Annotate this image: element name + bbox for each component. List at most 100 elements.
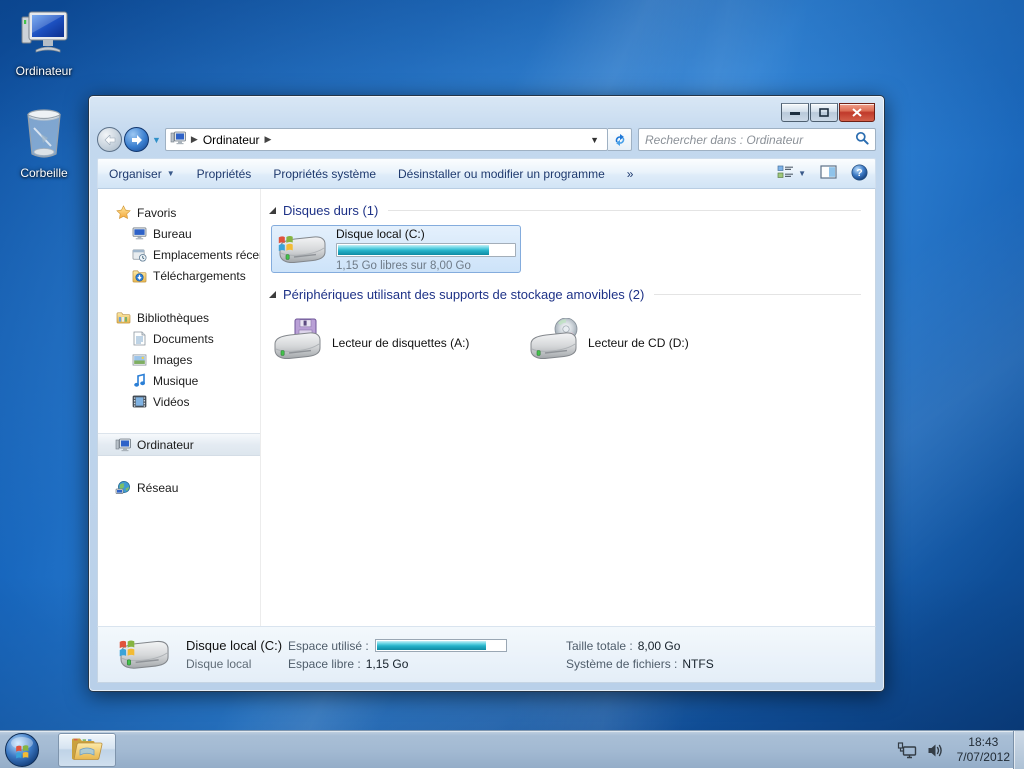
desktop: Ordinateur Corbeille (0, 0, 1024, 768)
sidebar-item-emplacements-recents[interactable]: Emplacements récents (98, 244, 260, 265)
maximize-button[interactable] (810, 103, 838, 122)
drive-capacity-bar (336, 243, 516, 257)
group-header-removable-devices[interactable]: Périphériques utilisant des supports de … (269, 287, 865, 302)
drive-free-space-text: 1,15 Go libres sur 8,00 Go (336, 260, 516, 272)
explorer-window: ▼ ▶ Ordinateur ▶ ▼ (88, 95, 885, 692)
minimize-button[interactable] (781, 103, 809, 122)
taskbar: 18:43 7/07/2012 (0, 730, 1024, 768)
videos-icon (131, 394, 147, 410)
drive-item-c[interactable]: Disque local (C:) 1,15 Go libres sur 8,0… (271, 225, 521, 273)
network-icon (115, 480, 131, 496)
recent-places-icon (131, 247, 147, 263)
file-system-value: NTFS (682, 657, 713, 671)
document-icon (131, 331, 147, 347)
chevron-down-icon: ▼ (167, 169, 175, 178)
sidebar-item-bureau[interactable]: Bureau (98, 223, 260, 244)
network-tray-icon[interactable] (897, 742, 918, 759)
breadcrumb-root[interactable]: Ordinateur (203, 133, 260, 147)
sidebar-item-documents[interactable]: Documents (98, 328, 260, 349)
svg-text:?: ? (856, 167, 862, 179)
recycle-bin-icon (0, 108, 88, 163)
show-desktop-button[interactable] (1013, 731, 1024, 769)
device-item-floppy-a[interactable]: Lecteur de disquettes (A:) (271, 318, 527, 367)
desktop-icon-computer[interactable]: Ordinateur (0, 8, 88, 78)
organize-button[interactable]: Organiser▼ (98, 162, 186, 186)
close-button[interactable] (839, 103, 875, 122)
details-item-type: Disque local (186, 657, 288, 671)
system-properties-button[interactable]: Propriétés système (262, 162, 387, 186)
desktop-icon-label: Corbeille (0, 166, 88, 180)
navigation-pane: Favoris Bureau (98, 189, 260, 626)
sidebar-item-bibliotheques[interactable]: Bibliothèques (98, 307, 260, 328)
search-placeholder: Rechercher dans : Ordinateur (645, 133, 855, 147)
properties-button[interactable]: Propriétés (186, 162, 263, 186)
help-button[interactable]: ? (844, 162, 875, 186)
group-header-hard-drives[interactable]: Disques durs (1) (269, 203, 865, 218)
views-icon (777, 165, 794, 182)
total-size-label: Taille totale : (566, 639, 633, 653)
window-body: Favoris Bureau (97, 189, 876, 627)
address-location-icon (170, 131, 186, 148)
star-icon (115, 205, 131, 221)
preview-pane-button[interactable] (813, 162, 844, 186)
details-capacity-fill (377, 641, 487, 650)
sidebar-item-ordinateur[interactable]: Ordinateur (98, 433, 260, 456)
taskbar-clock[interactable]: 18:43 7/07/2012 (957, 735, 1010, 765)
help-icon: ? (851, 164, 868, 184)
search-icon[interactable] (855, 131, 869, 148)
back-button[interactable] (97, 127, 122, 152)
volume-tray-icon[interactable] (927, 743, 944, 758)
details-capacity-bar (375, 639, 507, 652)
desktop-icon-recycle-bin[interactable]: Corbeille (0, 108, 88, 180)
downloads-icon (131, 268, 147, 284)
toolbar-overflow-button[interactable]: » (616, 162, 645, 186)
taskbar-explorer-button[interactable] (58, 733, 116, 767)
sidebar-item-reseau[interactable]: Réseau (98, 477, 260, 498)
navigation-bar: ▼ ▶ Ordinateur ▶ ▼ (97, 126, 876, 153)
preview-pane-icon (820, 165, 837, 182)
used-space-label: Espace utilisé : (288, 639, 369, 653)
computer-icon (0, 8, 88, 61)
sidebar-item-musique[interactable]: Musique (98, 370, 260, 391)
sidebar-item-videos[interactable]: Vidéos (98, 391, 260, 412)
uninstall-program-button[interactable]: Désinstaller ou modifier un programme (387, 162, 616, 186)
details-item-name: Disque local (C:) (186, 638, 288, 653)
clock-time: 18:43 (957, 735, 1010, 750)
command-toolbar: Organiser▼ Propriétés Propriétés système… (97, 158, 876, 189)
hard-drive-icon (276, 226, 328, 273)
file-system-label: Système de fichiers : (566, 657, 677, 671)
floppy-drive-icon (271, 318, 323, 367)
cd-drive-icon (527, 318, 579, 367)
caption-buttons (780, 103, 875, 122)
clock-date: 7/07/2012 (957, 750, 1010, 765)
address-dropdown-icon[interactable]: ▼ (586, 135, 603, 145)
recent-pages-chevron[interactable]: ▼ (152, 135, 161, 145)
desktop-icon (131, 226, 147, 242)
items-view: Disques durs (1) Disque local (C:) (260, 189, 875, 626)
free-space-value: 1,15 Go (366, 657, 409, 671)
breadcrumb-arrow-icon[interactable]: ▶ (265, 134, 272, 145)
group-rule (654, 294, 861, 295)
sidebar-item-telechargements[interactable]: Téléchargements (98, 265, 260, 286)
breadcrumb-arrow-icon: ▶ (191, 134, 198, 145)
sidebar-item-favoris[interactable]: Favoris (98, 202, 260, 223)
desktop-icon-label: Ordinateur (0, 64, 88, 78)
system-tray: 18:43 7/07/2012 (897, 731, 1010, 769)
sidebar-item-images[interactable]: Images (98, 349, 260, 370)
change-view-button[interactable]: ▼ (770, 162, 813, 186)
start-button[interactable] (4, 732, 40, 768)
address-bar[interactable]: ▶ Ordinateur ▶ ▼ (165, 128, 608, 151)
libraries-icon (115, 310, 131, 326)
search-box[interactable]: Rechercher dans : Ordinateur (638, 128, 876, 151)
group-collapse-icon[interactable] (269, 207, 276, 214)
refresh-button[interactable] (608, 128, 632, 151)
explorer-icon (70, 736, 104, 765)
forward-button[interactable] (124, 127, 149, 152)
device-item-cd-d[interactable]: Lecteur de CD (D:) (527, 318, 689, 367)
drive-capacity-fill (338, 245, 489, 255)
free-space-label: Espace libre : (288, 657, 361, 671)
music-note-icon (131, 373, 147, 389)
computer-icon (115, 437, 131, 453)
group-collapse-icon[interactable] (269, 291, 276, 298)
chevron-down-icon: ▼ (798, 169, 806, 178)
